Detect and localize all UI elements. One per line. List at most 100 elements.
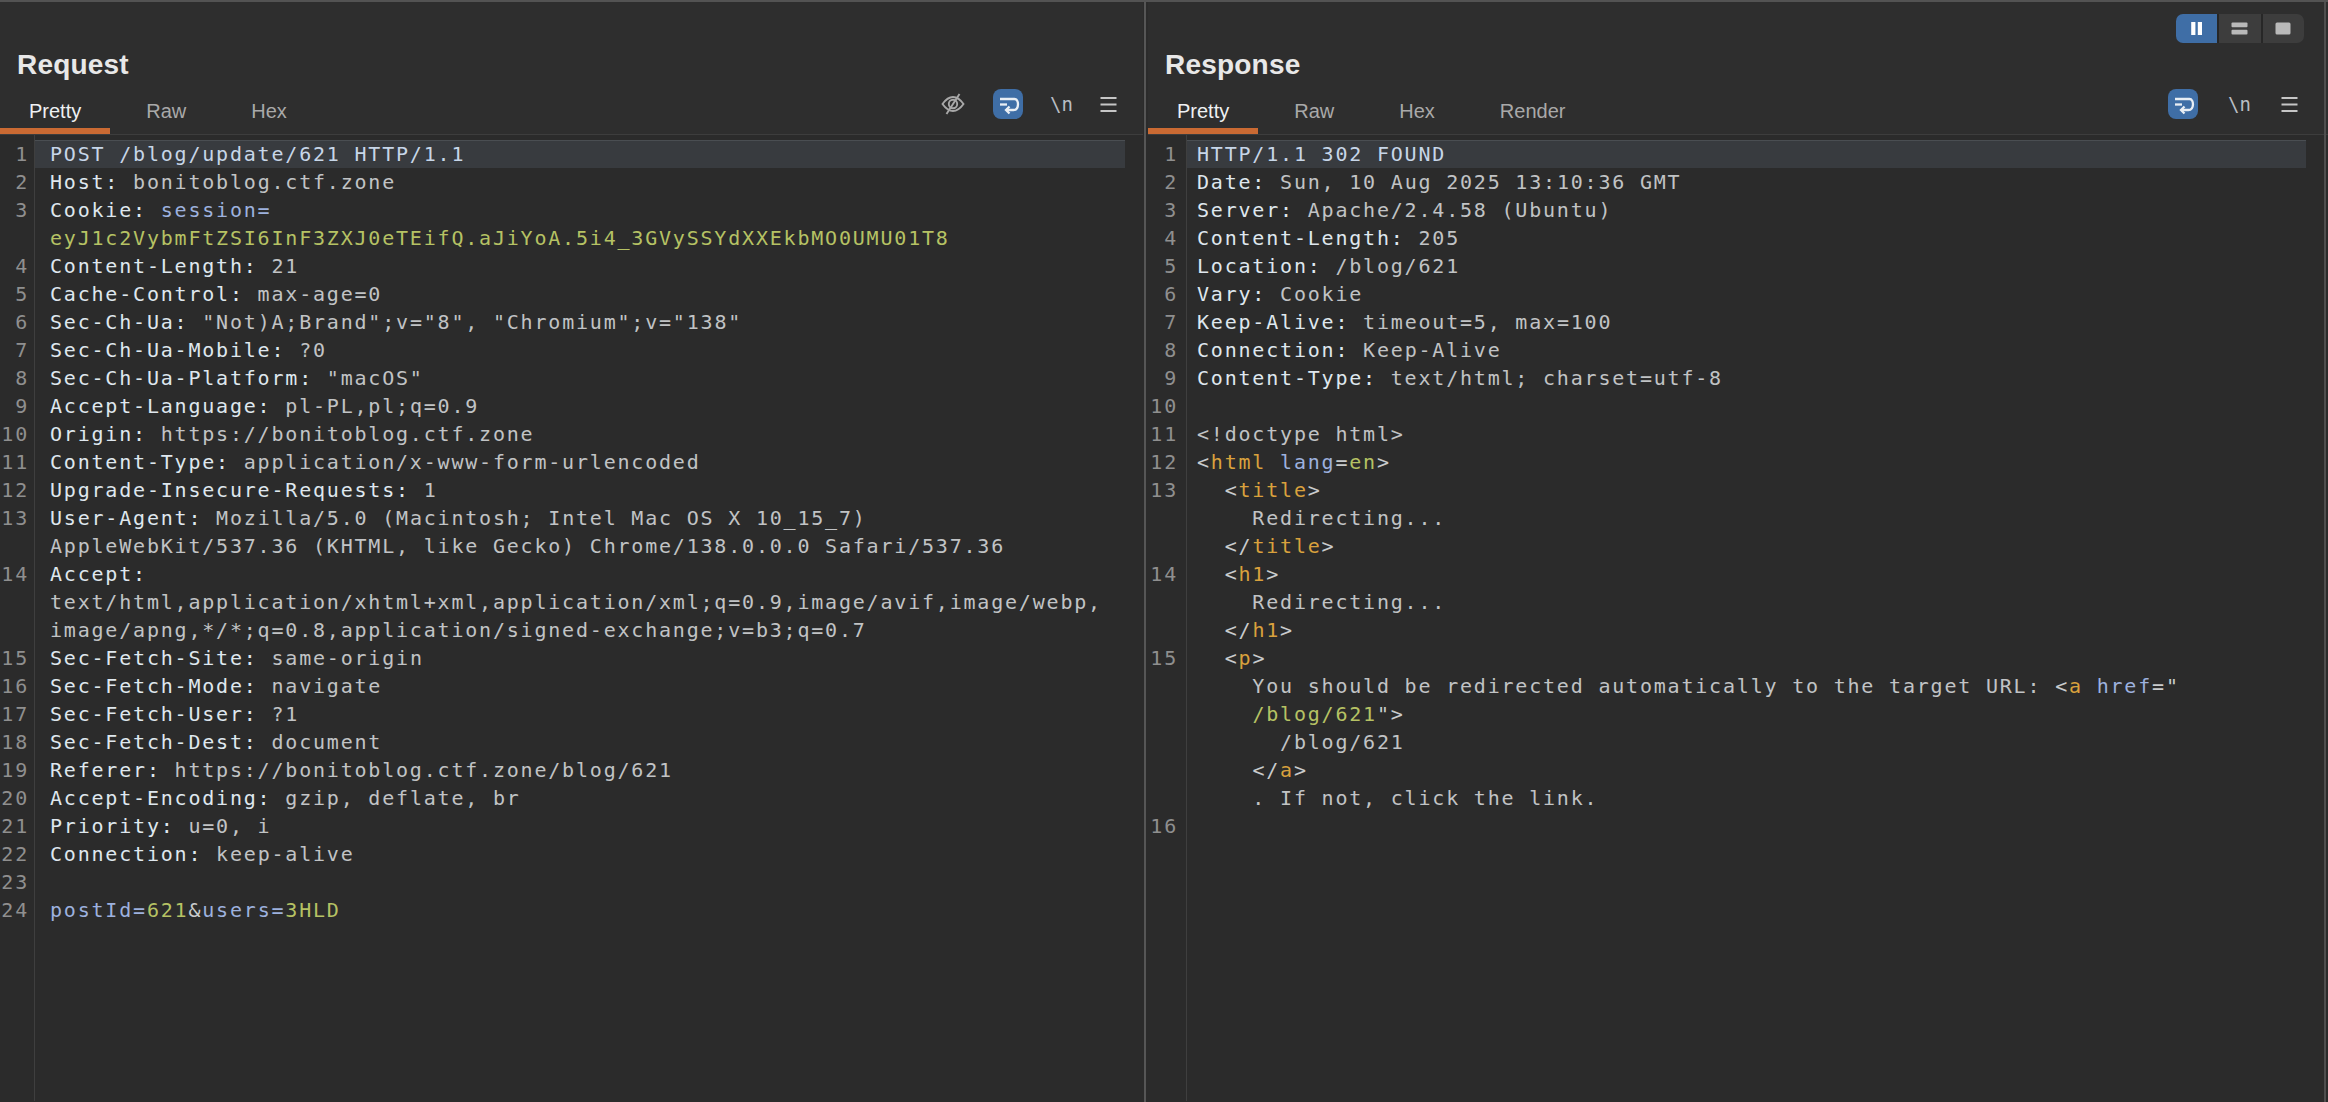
code-line[interactable]: 15Sec-Fetch-Site: same-origin xyxy=(0,644,1143,672)
code-line[interactable]: 21Priority: u=0, i xyxy=(0,812,1143,840)
code-line[interactable]: 10Origin: https://bonitoblog.ctf.zone xyxy=(0,420,1143,448)
code-line[interactable]: /blog/621 xyxy=(1148,728,2328,756)
code-line[interactable]: 5Location: /blog/621 xyxy=(1148,252,2328,280)
code-line[interactable]: 19Referer: https://bonitoblog.ctf.zone/b… xyxy=(0,756,1143,784)
line-number xyxy=(1148,504,1186,532)
code-line[interactable]: 2Host: bonitoblog.ctf.zone xyxy=(0,168,1143,196)
code-line[interactable]: Redirecting... xyxy=(1148,588,2328,616)
line-number: 10 xyxy=(1148,392,1186,420)
line-number: 13 xyxy=(1148,476,1186,504)
code-line[interactable]: image/apng,*/*;q=0.8,application/signed-… xyxy=(0,616,1143,644)
code-line[interactable]: 4Content-Length: 205 xyxy=(1148,224,2328,252)
code-line[interactable]: 14Accept: xyxy=(0,560,1143,588)
code-line[interactable]: 17Sec-Fetch-User: ?1 xyxy=(0,700,1143,728)
eye-off-icon[interactable] xyxy=(940,91,966,117)
code-line[interactable]: 8Sec-Ch-Ua-Platform: "macOS" xyxy=(0,364,1143,392)
code-line[interactable]: 24postId=621&users=3HLD xyxy=(0,896,1143,924)
word-wrap-button[interactable] xyxy=(2168,89,2198,119)
code-line[interactable]: 12<html lang=en> xyxy=(1148,448,2328,476)
line-number: 9 xyxy=(1148,364,1186,392)
code-line[interactable]: 7Keep-Alive: timeout=5, max=100 xyxy=(1148,308,2328,336)
code-line[interactable]: 22Connection: keep-alive xyxy=(0,840,1143,868)
code-line[interactable]: 20Accept-Encoding: gzip, deflate, br xyxy=(0,784,1143,812)
request-editor[interactable]: 1POST /blog/update/621 HTTP/1.12Host: bo… xyxy=(0,135,1143,1101)
code-line[interactable]: 13 <title> xyxy=(1148,476,2328,504)
code-line[interactable]: 9Accept-Language: pl-PL,pl;q=0.9 xyxy=(0,392,1143,420)
newline-toggle[interactable]: \n xyxy=(1050,93,1073,115)
code-line[interactable]: 15 <p> xyxy=(1148,644,2328,672)
line-number: 18 xyxy=(0,728,34,756)
tab-hex[interactable]: Hex xyxy=(1370,96,1464,134)
code-line[interactable]: 11<!doctype html> xyxy=(1148,420,2328,448)
columns-layout-button[interactable] xyxy=(2176,14,2217,43)
code-line[interactable]: 11Content-Type: application/x-www-form-u… xyxy=(0,448,1143,476)
code-line[interactable]: . If not, click the link. xyxy=(1148,784,2328,812)
line-number: 5 xyxy=(0,280,34,308)
request-header: Request PrettyRawHex \n xyxy=(0,2,1143,135)
line-number xyxy=(1148,728,1186,756)
response-editor[interactable]: 1HTTP/1.1 302 FOUND2Date: Sun, 10 Aug 20… xyxy=(1148,135,2328,1101)
line-number: 9 xyxy=(0,392,34,420)
line-number: 2 xyxy=(1148,168,1186,196)
line-number xyxy=(0,616,34,644)
code-line[interactable]: text/html,application/xhtml+xml,applicat… xyxy=(0,588,1143,616)
line-number xyxy=(1148,588,1186,616)
code-line[interactable]: 9Content-Type: text/html; charset=utf-8 xyxy=(1148,364,2328,392)
code-line[interactable]: 13User-Agent: Mozilla/5.0 (Macintosh; In… xyxy=(0,504,1143,532)
menu-icon[interactable] xyxy=(1100,96,1117,113)
line-number: 11 xyxy=(0,448,34,476)
line-number: 3 xyxy=(0,196,34,224)
tab-raw[interactable]: Raw xyxy=(117,96,215,134)
code-line[interactable]: eyJ1c2VybmFtZSI6InF3ZXJ0eTEifQ.aJiYoA.5i… xyxy=(0,224,1143,252)
response-tabbar: PrettyRawHexRender xyxy=(1148,96,2328,134)
single-layout-button[interactable] xyxy=(2261,14,2304,43)
tab-render[interactable]: Render xyxy=(1471,96,1595,134)
line-number: 2 xyxy=(0,168,34,196)
code-line[interactable]: 12Upgrade-Insecure-Requests: 1 xyxy=(0,476,1143,504)
code-line[interactable]: 8Connection: Keep-Alive xyxy=(1148,336,2328,364)
code-line[interactable]: 16Sec-Fetch-Mode: navigate xyxy=(0,672,1143,700)
code-line[interactable]: 5Cache-Control: max-age=0 xyxy=(0,280,1143,308)
code-line[interactable]: AppleWebKit/537.36 (KHTML, like Gecko) C… xyxy=(0,532,1143,560)
line-number: 15 xyxy=(0,644,34,672)
code-line[interactable]: 6Sec-Ch-Ua: "Not)A;Brand";v="8", "Chromi… xyxy=(0,308,1143,336)
word-wrap-button[interactable] xyxy=(993,89,1023,119)
code-line[interactable]: 1POST /blog/update/621 HTTP/1.1 xyxy=(0,140,1143,168)
tab-raw[interactable]: Raw xyxy=(1265,96,1363,134)
response-header: Response PrettyRawHexRender \n xyxy=(1148,2,2328,135)
code-line[interactable]: 10 xyxy=(1148,392,2328,420)
rows-layout-button[interactable] xyxy=(2217,14,2260,43)
code-line[interactable]: 6Vary: Cookie xyxy=(1148,280,2328,308)
request-title: Request xyxy=(17,49,129,81)
code-line[interactable]: 2Date: Sun, 10 Aug 2025 13:10:36 GMT xyxy=(1148,168,2328,196)
code-line[interactable]: Redirecting... xyxy=(1148,504,2328,532)
code-line[interactable]: 3Server: Apache/2.4.58 (Ubuntu) xyxy=(1148,196,2328,224)
line-number xyxy=(1148,756,1186,784)
code-line[interactable]: </a> xyxy=(1148,756,2328,784)
window-right-edge xyxy=(2324,2,2326,1102)
tab-pretty[interactable]: Pretty xyxy=(0,96,110,134)
code-line[interactable]: 3Cookie: session= xyxy=(0,196,1143,224)
tab-pretty[interactable]: Pretty xyxy=(1148,96,1258,134)
menu-icon[interactable] xyxy=(2281,96,2298,113)
line-number: 8 xyxy=(1148,336,1186,364)
line-number xyxy=(1148,616,1186,644)
code-line[interactable]: 7Sec-Ch-Ua-Mobile: ?0 xyxy=(0,336,1143,364)
code-line[interactable]: 16 xyxy=(1148,812,2328,840)
code-line[interactable]: 18Sec-Fetch-Dest: document xyxy=(0,728,1143,756)
code-line[interactable]: 23 xyxy=(0,868,1143,896)
tab-hex[interactable]: Hex xyxy=(222,96,316,134)
code-line[interactable]: </h1> xyxy=(1148,616,2328,644)
line-number: 1 xyxy=(0,140,34,168)
code-line[interactable]: You should be redirected automatically t… xyxy=(1148,672,2328,700)
response-toolbar: \n xyxy=(2168,87,2328,121)
request-toolbar: \n xyxy=(940,87,1143,121)
newline-toggle[interactable]: \n xyxy=(2228,93,2251,115)
line-number: 6 xyxy=(1148,280,1186,308)
code-line[interactable]: </title> xyxy=(1148,532,2328,560)
code-line[interactable]: 4Content-Length: 21 xyxy=(0,252,1143,280)
code-line[interactable]: 1HTTP/1.1 302 FOUND xyxy=(1148,140,2328,168)
code-line[interactable]: 14 <h1> xyxy=(1148,560,2328,588)
line-number: 15 xyxy=(1148,644,1186,672)
code-line[interactable]: /blog/621"> xyxy=(1148,700,2328,728)
